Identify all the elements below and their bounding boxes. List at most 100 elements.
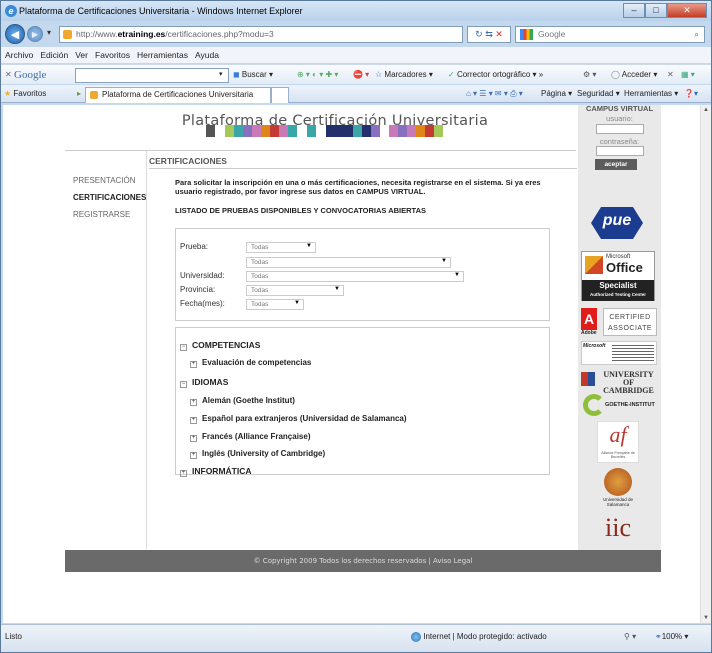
user-icon: ◯ — [611, 70, 620, 79]
ms-cert-small-logo[interactable]: Microsoft — [581, 341, 657, 365]
cambridge-logo[interactable]: UNIVERSITY OF CAMBRIDGE — [581, 369, 659, 395]
menu-archivo[interactable]: Archivo — [5, 47, 33, 63]
wrench-icon[interactable]: ⚙ ▾ — [583, 65, 596, 85]
tree-aleman-label: Alemán (Goethe Institut) — [202, 396, 295, 405]
chevron-down-icon: ▼ — [441, 258, 447, 264]
alliance-francaise-logo[interactable]: af Alliance Française de Bruxelles — [597, 421, 639, 463]
tree-evaluacion[interactable]: + Evaluación de competencias — [190, 358, 311, 368]
expand-icon[interactable]: + — [190, 399, 197, 406]
tab-active[interactable]: Plataforma de Certificaciones Universita… — [85, 87, 271, 103]
buscar-button[interactable]: ◼ Buscar ▾ — [233, 65, 273, 85]
goethe-logo[interactable]: GOETHE-INSTITUT — [581, 392, 659, 420]
help-icon[interactable]: ❓▾ — [684, 85, 698, 103]
favoritos-button[interactable]: ★ Favoritos — [4, 85, 46, 103]
stop-icon[interactable]: ✕ — [495, 29, 503, 39]
block — [407, 125, 416, 137]
popup-blocker-icon[interactable]: ⛔ ▾ — [353, 65, 369, 85]
prueba-sub-select[interactable]: Todas ▼ — [246, 257, 451, 268]
compat-icon[interactable]: ⇆ — [485, 29, 493, 39]
security-zone[interactable]: Internet | Modo protegido: activado — [411, 625, 547, 649]
tree-ingles[interactable]: + Inglés (University of Cambridge) — [190, 449, 325, 459]
expand-icon[interactable]: + — [190, 417, 197, 424]
menu-favoritos[interactable]: Favoritos — [95, 47, 130, 63]
protected-mode-icon[interactable]: ⚲ ▾ — [624, 625, 636, 649]
collapse-icon[interactable]: − — [180, 381, 187, 388]
zoom-level: 100% — [661, 632, 683, 641]
block — [225, 125, 234, 137]
back-button[interactable]: ◀ — [5, 24, 25, 44]
tree-frances[interactable]: + Francés (Alliance Française) — [190, 432, 311, 442]
address-input[interactable]: http://www.etraining.es/certificaciones.… — [59, 26, 463, 43]
ms-small-text: Microsoft — [583, 343, 606, 349]
expand-icon[interactable]: + — [190, 361, 197, 368]
salamanca-logo[interactable]: Universidad de Salamanca — [597, 468, 639, 512]
provincia-select[interactable]: Todas ▼ — [246, 285, 344, 296]
scroll-up-icon[interactable]: ▲ — [703, 107, 709, 113]
universidad-select[interactable]: Todas ▼ — [246, 271, 464, 282]
nav-registrarse[interactable]: REGISTRARSE — [73, 207, 146, 223]
prueba-select[interactable]: Todas ▼ — [246, 242, 316, 253]
toolbar-tools-icons[interactable]: ⊕ ▾ ◐ ▾ ✚ ▾ — [297, 65, 338, 85]
scroll-down-icon[interactable]: ▼ — [703, 615, 709, 621]
marcadores-button[interactable]: ☆ Marcadores ▾ — [375, 65, 433, 85]
aceptar-button[interactable]: aceptar — [595, 159, 637, 170]
nav-presentacion[interactable]: PRESENTACIÓN — [73, 173, 146, 189]
tree-aleman[interactable]: + Alemán (Goethe Institut) — [190, 396, 295, 406]
menu-ayuda[interactable]: Ayuda — [195, 47, 219, 63]
forward-button[interactable]: ▶ — [27, 26, 43, 42]
acceder-button[interactable]: ◯ Acceder ▾ — [611, 65, 657, 85]
password-input[interactable] — [596, 146, 644, 156]
search-placeholder: Google — [538, 29, 566, 39]
usuario-input[interactable] — [596, 124, 644, 134]
block — [261, 125, 270, 137]
block — [416, 125, 425, 137]
adobe-certified-logo[interactable]: A Adobe CERTIFIED ASSOCIATE — [581, 308, 657, 338]
google-toolbar-dropdown-icon[interactable]: ▾ — [219, 65, 223, 85]
nav-certificaciones[interactable]: CERTIFICACIONES — [73, 190, 146, 206]
close-toolbar-icon[interactable]: ✕ — [5, 65, 12, 85]
block — [389, 125, 398, 137]
pue-logo[interactable]: pue — [581, 205, 653, 241]
url-prefix: http://www. — [76, 29, 118, 39]
toolbar-close-icon[interactable]: ✕ — [667, 65, 674, 85]
add-favorite-icon[interactable]: ▸ — [77, 85, 81, 103]
collapse-icon[interactable]: − — [180, 344, 187, 351]
corrector-button[interactable]: ✓ Corrector ortográfico ▾ » — [448, 65, 543, 85]
maximize-button[interactable]: □ — [645, 3, 667, 18]
zoom-icon: ⚭ — [655, 632, 662, 641]
block — [279, 125, 288, 137]
close-button[interactable]: ✕ — [667, 3, 707, 18]
menu-edicion[interactable]: Edición — [40, 47, 68, 63]
refresh-icon[interactable]: ↻ — [475, 29, 483, 39]
expand-icon[interactable]: + — [190, 435, 197, 442]
seguridad-menu[interactable]: Seguridad ▾ — [577, 85, 620, 103]
tab-title: Plataforma de Certificaciones Universita… — [102, 90, 254, 99]
new-tab-button[interactable] — [271, 87, 289, 103]
google-toolbar-input[interactable] — [75, 68, 229, 83]
ms-office-specialist-logo[interactable]: Microsoft Office Specialist Authorized Te… — [581, 251, 655, 301]
minimize-button[interactable]: – — [623, 3, 645, 18]
expand-icon[interactable]: + — [180, 470, 187, 477]
header-divider — [65, 150, 576, 151]
fecha-select[interactable]: Todas ▼ — [246, 299, 304, 310]
zoom-control[interactable]: ⚭100% ▾ — [655, 625, 688, 649]
search-input[interactable]: Google ⌕ — [515, 26, 705, 43]
history-dropdown-icon[interactable]: ▾ — [47, 28, 51, 37]
tree-idiomas[interactable]: − IDIOMAS — [180, 377, 228, 388]
category-tree: − COMPETENCIAS + Evaluación de competencia… — [175, 327, 550, 477]
menu-ver[interactable]: Ver — [75, 47, 88, 63]
tree-espanol[interactable]: + Español para extranjeros (Universidad d… — [190, 414, 407, 424]
tree-competencias[interactable]: − COMPETENCIAS — [180, 340, 260, 351]
pagina-menu[interactable]: Página ▾ — [541, 85, 572, 103]
expand-icon[interactable]: + — [190, 452, 197, 459]
page-scrollbar[interactable]: ▲ ▼ — [700, 105, 711, 623]
iic-logo[interactable]: iic — [586, 513, 650, 545]
herramientas-menu[interactable]: Herramientas ▾ — [624, 85, 678, 103]
marcadores-label: Marcadores — [384, 70, 427, 79]
home-icon[interactable]: ⌂ ▾ ☰ ▾ ✉ ▾ ⎙ ▾ — [466, 85, 523, 103]
search-icon[interactable]: ⌕ — [694, 27, 699, 42]
goethe-circle-icon — [583, 394, 605, 416]
translate-icon[interactable]: ▦ ▾ — [681, 65, 695, 85]
menu-herramientas[interactable]: Herramientas — [137, 47, 188, 63]
tree-informatica[interactable]: + INFORMÁTICA — [180, 466, 252, 477]
